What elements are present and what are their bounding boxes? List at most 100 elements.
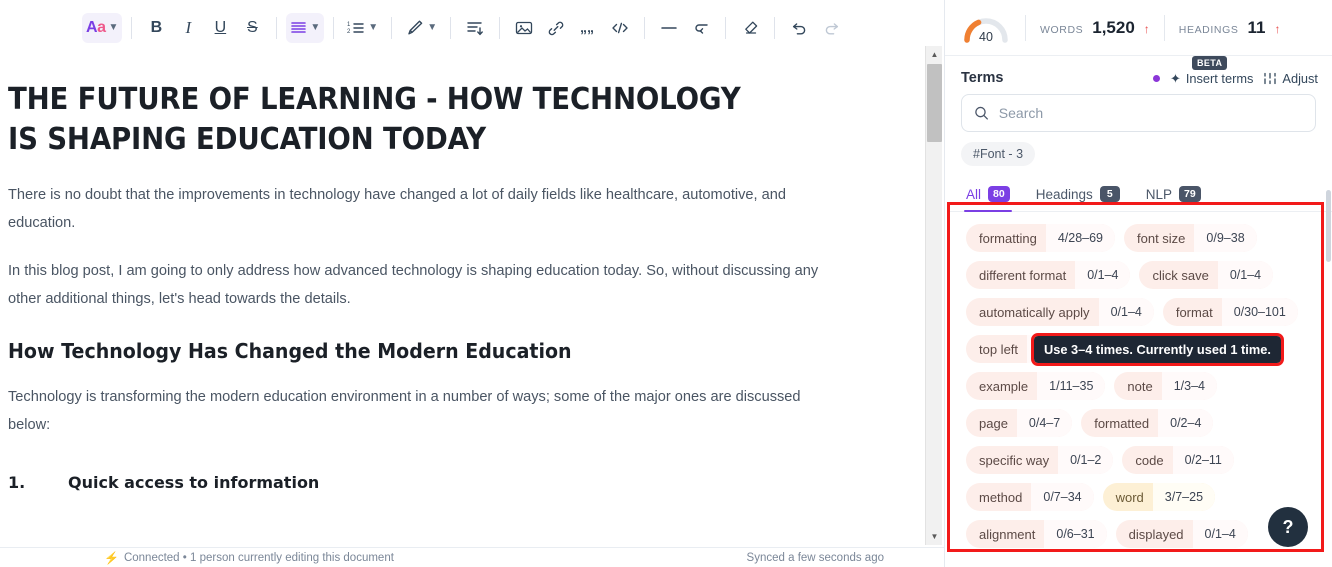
tab-nlp-label: NLP [1145,186,1173,202]
indent-icon [467,21,483,35]
align-button[interactable]: ▼ [286,12,325,43]
editor-scrollbar[interactable]: ▲ ▼ [925,46,942,545]
underline-button[interactable]: U [205,13,235,43]
tab-nlp[interactable]: NLP 79 [1146,186,1201,211]
adjust-label: Adjust [1282,70,1318,86]
code-button[interactable] [605,13,635,43]
term-chip[interactable]: page 0/4–7 [966,409,1073,437]
term-row: different format 0/1–4 click save 0/1–4 [966,261,1316,289]
term-count: 0/30–101 [1221,298,1298,326]
term-chip[interactable]: formatted 0/2–4 [1081,409,1214,437]
blockquote-button[interactable]: „„ [573,13,603,43]
code-icon [612,22,628,33]
term-chip[interactable]: automatically apply 0/1–4 [966,298,1154,326]
term-chip[interactable]: code 0/2–11 [1122,446,1234,474]
status-bar: ⚡ Connected • 1 person currently editing… [0,547,944,567]
term-name: code [1135,452,1164,468]
connection-status-text: Connected • 1 person currently editing t… [123,551,394,564]
strikethrough-button[interactable]: S [237,13,267,43]
text-format-group: B I U S [141,13,267,43]
term-count: 0/6–31 [1044,520,1107,548]
search-input[interactable] [998,105,1303,121]
toolbar-divider [333,16,335,39]
redo-button[interactable] [816,13,846,43]
terms-search[interactable] [961,94,1316,132]
header-divider [1025,14,1026,41]
term-chip[interactable]: method 0/7–34 [966,483,1094,511]
term-name: font size [1137,230,1186,246]
chevron-down-icon: ▼ [368,21,379,33]
term-chip[interactable]: word 3/7–25 [1102,483,1216,511]
scrollbar-thumb[interactable] [927,64,942,142]
metric-headings-label: HEADINGS [1178,23,1239,36]
indent-button[interactable] [460,13,490,43]
help-button[interactable]: ? [1268,507,1308,547]
document-scroll-area[interactable]: THE FUTURE OF LEARNING - HOW TECHNOLOGY … [0,56,944,567]
term-count: 3/7–25 [1152,483,1216,511]
eraser-icon [744,21,757,34]
horizontal-rule-button[interactable] [654,13,684,43]
bold-button[interactable]: B [141,13,171,43]
insert-group: „„ [509,13,635,43]
clear-formatting-button[interactable] [735,13,765,43]
chevron-down-icon: ▼ [108,21,119,33]
font-style-button[interactable]: Aa ▼ [82,12,123,43]
term-chip[interactable]: note 1/3–4 [1114,372,1217,400]
scroll-up-icon[interactable]: ▲ [926,46,943,63]
term-chip[interactable]: formatting 4/28–69 [966,224,1115,252]
term-name: format [1175,304,1213,320]
italic-button[interactable]: I [173,13,203,43]
toolbar-divider [774,16,776,39]
insert-terms-button[interactable]: BETA ✦ Insert terms [1170,55,1253,86]
highlight-button[interactable]: ▼ [401,13,441,43]
ordered-list-button[interactable]: 1 2 ▼ [343,13,382,43]
term-name: displayed [1128,526,1184,542]
document-paragraph-1: There is no doubt that the improvements … [8,187,786,232]
svg-text:1: 1 [347,22,351,28]
align-icon [291,22,307,33]
toolbar-divider [499,16,501,39]
term-count: 0/1–4 [1075,261,1131,289]
term-name: different format [979,267,1067,283]
underline-icon: U [214,18,227,36]
term-name: click save [1152,267,1209,283]
insert-link-button[interactable] [541,13,571,43]
term-chip[interactable]: click save 0/1–4 [1139,261,1274,289]
tab-headings[interactable]: Headings 5 [1036,186,1120,211]
term-name: specific way [979,452,1050,468]
panel-scrollbar[interactable] [1326,190,1331,563]
term-name: method [979,489,1023,505]
terms-title: Terms [961,70,1004,86]
line-break-button[interactable] [686,13,716,43]
panel-scrollbar-thumb[interactable] [1326,190,1331,262]
editor-toolbar: Aa ▼ B I U S ▼ 1 2 ▼ ▼ „„ [0,0,944,56]
metric-headings-trend-icon: ↑ [1274,21,1281,36]
adjust-button[interactable]: Adjust [1263,71,1318,86]
undo-button[interactable] [784,13,814,43]
term-chip[interactable]: specific way 0/1–2 [966,446,1114,474]
quote-icon: „„ [580,20,594,35]
term-row: example 1/11–35 note 1/3–4 [966,372,1316,400]
metric-words-trend-icon: ↑ [1143,21,1150,36]
scroll-down-icon[interactable]: ▼ [926,528,943,545]
term-count: 1/3–4 [1161,372,1217,400]
term-chip[interactable]: format 0/30–101 [1162,298,1298,326]
insert-image-button[interactable] [509,13,539,43]
term-chip[interactable]: example 1/11–35 [966,372,1106,400]
bolt-icon: ⚡ [104,550,119,565]
image-icon [515,21,533,34]
tab-headings-count: 5 [1099,186,1120,202]
term-chip[interactable]: alignment 0/6–31 [966,520,1107,548]
term-chip[interactable]: different format 0/1–4 [966,261,1131,289]
filter-chip-font[interactable]: #Font - 3 [961,142,1036,166]
metric-words-label: WORDS [1040,23,1084,36]
document-body[interactable]: THE FUTURE OF LEARNING - HOW TECHNOLOGY … [0,56,944,567]
term-chip[interactable]: font size 0/9–38 [1124,224,1257,252]
terms-box: All 80 Headings 5 NLP 79 formatting 4/28–… [948,176,1332,567]
term-name: note [1127,378,1153,394]
tab-all[interactable]: All 80 [964,186,1012,212]
term-chip[interactable]: displayed 0/1–4 [1115,520,1248,548]
document-paragraph-3: Technology is transforming the modern ed… [8,389,801,434]
redo-icon [825,22,838,34]
terms-list: formatting 4/28–69 font size 0/9–38 differen… [948,212,1332,548]
